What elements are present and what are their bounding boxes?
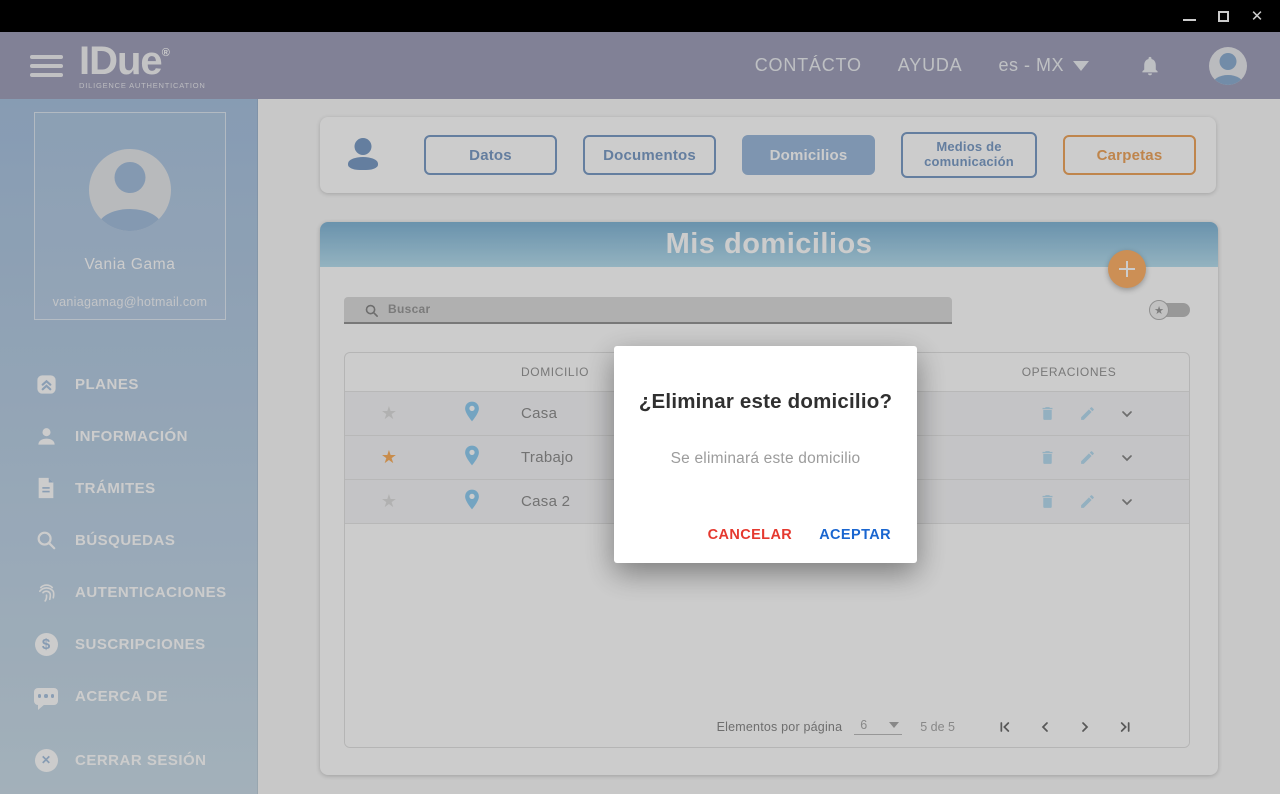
delete-confirmation-dialog: ¿Eliminar este domicilio? Se eliminará e… xyxy=(614,346,917,563)
accept-button[interactable]: ACEPTAR xyxy=(819,527,891,543)
dialog-title: ¿Eliminar este domicilio? xyxy=(614,390,917,414)
dialog-actions: CANCELAR ACEPTAR xyxy=(708,527,891,543)
cancel-button[interactable]: CANCELAR xyxy=(708,527,793,543)
dialog-message: Se eliminará este domicilio xyxy=(614,450,917,468)
